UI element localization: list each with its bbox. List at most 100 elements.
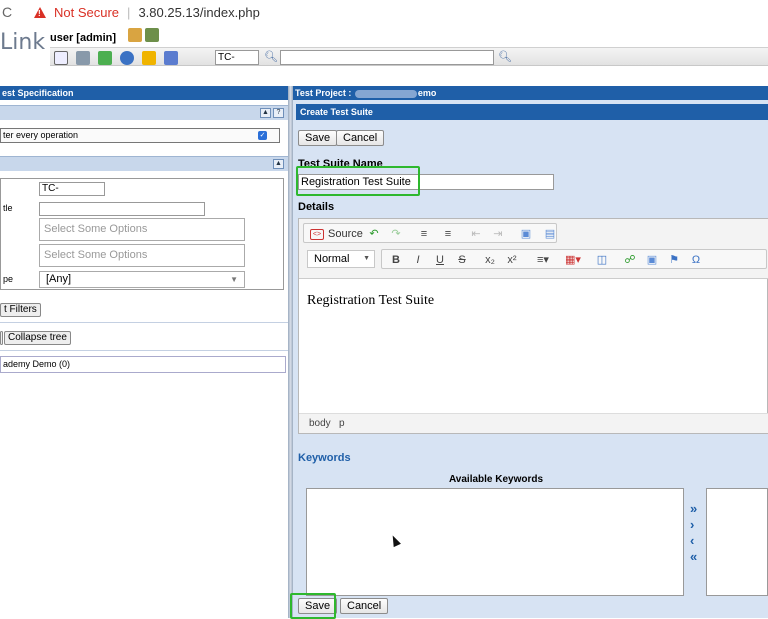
link-icon[interactable]: ☍ <box>622 253 638 267</box>
reset-filters-button[interactable]: t Filters <box>0 303 41 317</box>
move-right-icon[interactable]: › <box>690 518 697 532</box>
settings-subbar: ▲ ? <box>0 105 288 120</box>
underline-icon[interactable]: U <box>432 253 448 267</box>
type-filter-label: pe <box>3 274 14 284</box>
cancel-button-bottom[interactable]: Cancel <box>340 598 389 614</box>
status-multiselect[interactable]: Select Some Options <box>39 244 245 267</box>
divider-2 <box>0 350 288 351</box>
move-all-left-icon[interactable]: « <box>690 550 697 564</box>
filters-subbar: ▲ <box>0 156 288 171</box>
image-icon[interactable]: ◫ <box>594 253 610 267</box>
expand-tree-button[interactable] <box>0 331 3 345</box>
source-icon: <> <box>310 229 324 240</box>
collapse-up-icon-2[interactable]: ▲ <box>273 159 284 169</box>
bullet-list-icon[interactable]: ≡ <box>440 227 456 241</box>
type-select[interactable]: [Any] ▼ <box>39 271 245 288</box>
chevron-down-icon: ▼ <box>230 275 238 284</box>
left-panel-header: est Specification <box>0 86 288 100</box>
format-select-value: Normal <box>314 253 350 265</box>
title-filter-input[interactable] <box>39 202 205 216</box>
align-icon[interactable]: ≡▾ <box>532 253 554 267</box>
app-header: Link user [admin] TC- 🔍︎ 🔍︎ <box>0 24 768 86</box>
edit-icon[interactable] <box>164 51 178 65</box>
available-keywords-label: Available Keywords <box>448 474 544 485</box>
bold-icon[interactable]: B <box>388 253 404 267</box>
filter-box: TC- tle Select Some Options Select Some … <box>0 178 284 290</box>
refresh-option-row[interactable]: ter every operation ✓ <box>0 128 280 143</box>
superscript-icon[interactable]: x² <box>504 253 520 267</box>
italic-icon[interactable]: I <box>410 253 426 267</box>
type-select-value: [Any] <box>46 273 72 285</box>
search-input[interactable] <box>280 50 494 65</box>
undo-icon[interactable]: ↶ <box>366 227 382 241</box>
available-keywords-list[interactable] <box>306 488 684 596</box>
help-icon[interactable]: ? <box>273 108 284 118</box>
reload-icon[interactable]: C <box>0 4 18 20</box>
logout-icon[interactable] <box>145 28 159 42</box>
project-header: Test Project : emo <box>293 86 768 100</box>
source-button[interactable]: <> Source <box>306 226 363 242</box>
keyword-multiselect[interactable]: Select Some Options <box>39 218 245 241</box>
tree-root-node[interactable]: ademy Demo (0) <box>0 356 286 373</box>
keyword-transfer-controls: » › ‹ « <box>690 502 697 564</box>
indent-icon[interactable]: ⇥ <box>490 227 506 241</box>
block-icon[interactable]: ▣ <box>518 227 534 241</box>
search-icon-2[interactable]: 🔍︎ <box>498 50 512 63</box>
move-left-icon[interactable]: ‹ <box>690 534 697 548</box>
url-text[interactable]: 3.80.25.13/index.php <box>138 5 259 20</box>
desktop-icon[interactable] <box>54 51 68 65</box>
assigned-keywords-list[interactable] <box>706 488 768 596</box>
test-spec-icon[interactable] <box>76 51 90 65</box>
special-char-icon[interactable]: Ω <box>688 253 704 267</box>
collapse-up-icon[interactable]: ▲ <box>260 108 271 118</box>
project-label: Test Project : <box>295 88 352 98</box>
details-label: Details <box>298 201 335 213</box>
divider <box>0 322 288 323</box>
format-select[interactable]: Normal ▼ <box>307 250 375 268</box>
tc-id-input[interactable]: TC- <box>215 50 259 65</box>
mouse-cursor-icon <box>389 533 401 548</box>
move-all-right-icon[interactable]: » <box>690 502 697 516</box>
search-icon[interactable]: 🔍︎ <box>264 50 278 63</box>
refresh-option-label: ter every operation <box>3 130 79 140</box>
strike-icon[interactable]: S <box>454 253 470 267</box>
save-button[interactable]: Save <box>298 130 338 146</box>
user-icon[interactable] <box>120 51 134 65</box>
project-suffix: emo <box>417 88 437 98</box>
subscript-icon[interactable]: x₂ <box>482 253 498 267</box>
chevron-down-icon-format: ▼ <box>363 255 370 262</box>
path-body[interactable]: body <box>309 418 331 429</box>
cancel-button[interactable]: Cancel <box>336 130 385 146</box>
redo-icon[interactable]: ↷ <box>388 227 404 241</box>
checkbox-icon[interactable]: ✓ <box>258 131 267 140</box>
rich-text-editor: <> Source ↶ ↷ ≡ ≡ ⇤ ⇥ ▣ ▤ Normal ▼ B I U… <box>298 218 768 434</box>
editor-toolbar-group-1: <> Source ↶ ↷ ≡ ≡ ⇤ ⇥ ▣ ▤ <box>303 223 557 243</box>
address-separator: | <box>127 4 131 20</box>
highlight-box-save <box>290 593 336 619</box>
editor-toolbar-group-2: B I U S x₂ x² ≡▾ ▦▾ ◫ ☍ ▣ ⚑ Ω <box>381 249 767 269</box>
outdent-icon[interactable]: ⇤ <box>468 227 484 241</box>
anchor-flag-icon[interactable]: ⚑ <box>666 253 682 267</box>
table-icon[interactable]: ▦▾ <box>562 253 584 267</box>
security-label[interactable]: Not Secure <box>54 5 119 20</box>
tc-id-filter-input[interactable]: TC- <box>39 182 105 196</box>
collapse-tree-button[interactable]: Collapse tree <box>4 331 71 345</box>
path-p[interactable]: p <box>339 418 345 429</box>
numbered-list-icon[interactable]: ≡ <box>416 227 432 241</box>
highlight-box <box>296 166 420 196</box>
editor-content[interactable]: Registration Test Suite <box>307 293 434 309</box>
project-name-redacted <box>354 89 417 98</box>
media-icon[interactable]: ▣ <box>644 253 660 267</box>
div-icon[interactable]: ▤ <box>542 227 558 241</box>
section-title: Create Test Suite <box>296 104 768 120</box>
execute-icon[interactable] <box>142 51 156 65</box>
tree-icon[interactable] <box>98 51 112 65</box>
keywords-box: Available Keywords » › ‹ « <box>296 466 768 606</box>
editor-toolbar: <> Source ↶ ↷ ≡ ≡ ⇤ ⇥ ▣ ▤ Normal ▼ B I U… <box>299 219 768 279</box>
main-toolbar: TC- 🔍︎ 🔍︎ <box>50 47 768 66</box>
keywords-label: Keywords <box>298 452 351 464</box>
user-settings-icon[interactable] <box>128 28 142 42</box>
user-label: user [admin] <box>50 32 117 44</box>
app-logo: Link <box>0 30 46 55</box>
address-bar: C ! Not Secure | 3.80.25.13/index.php <box>0 0 768 24</box>
